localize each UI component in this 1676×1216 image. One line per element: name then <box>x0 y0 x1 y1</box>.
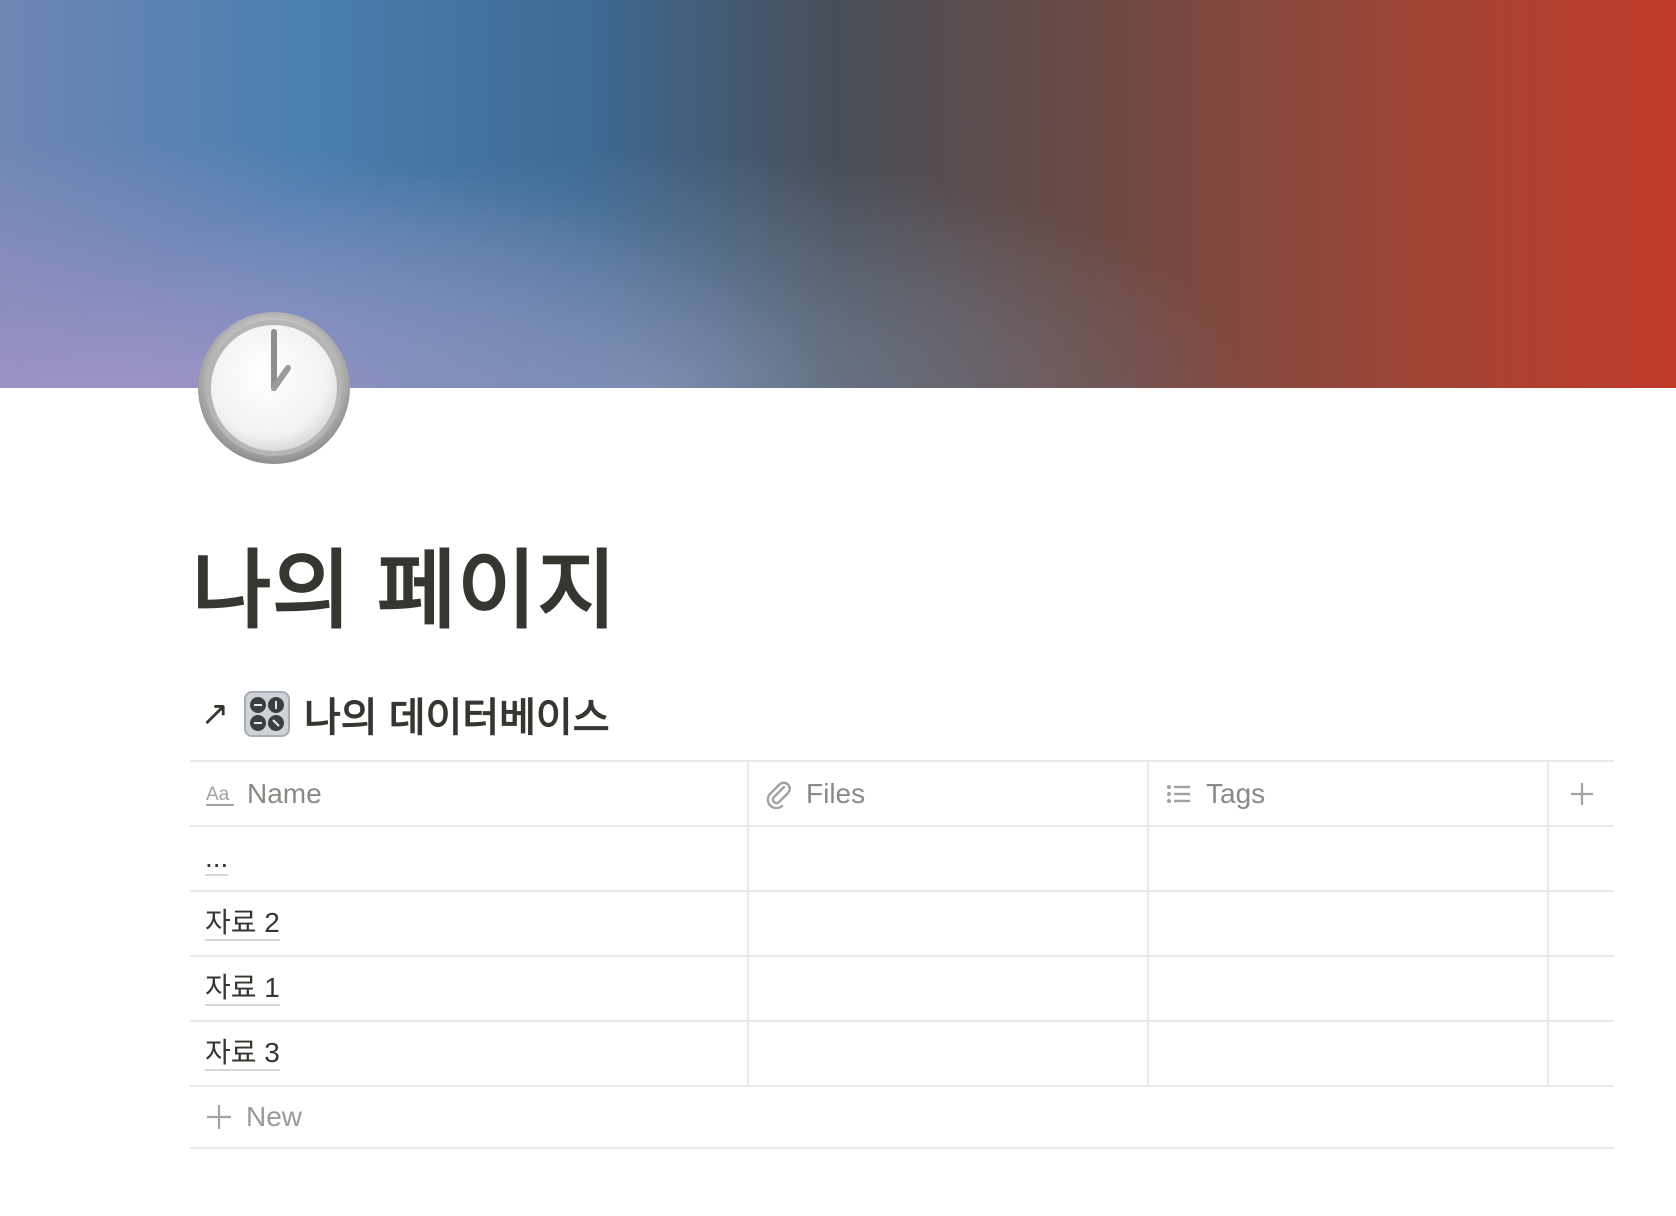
empty-cell <box>1549 892 1614 955</box>
empty-cell <box>1549 1022 1614 1085</box>
svg-text:Aa: Aa <box>206 784 230 805</box>
column-header-label: Files <box>806 777 866 809</box>
text-aa-icon: Aa <box>205 779 235 809</box>
clock-twelve-icon[interactable] <box>196 310 352 466</box>
paperclip-icon <box>764 779 794 809</box>
name-cell[interactable]: 자료 2 <box>190 892 749 955</box>
list-icon <box>1164 779 1194 809</box>
arrow-up-right-icon: ↗ <box>200 695 230 733</box>
control-knobs-icon <box>244 691 290 737</box>
name-cell[interactable]: 자료 3 <box>190 1022 749 1085</box>
empty-cell <box>1549 827 1614 890</box>
column-header-files[interactable]: Files <box>749 762 1149 825</box>
empty-cell <box>1549 957 1614 1020</box>
files-cell[interactable] <box>749 827 1149 890</box>
new-row-button[interactable]: New <box>190 1087 1614 1149</box>
row-title[interactable]: 자료 3 <box>205 1037 280 1071</box>
table-row[interactable]: 자료 2 <box>190 892 1614 957</box>
column-header-tags[interactable]: Tags <box>1149 762 1549 825</box>
page-title[interactable]: 나의 페이지 <box>192 536 618 646</box>
plus-icon <box>204 1102 234 1132</box>
row-title[interactable]: 자료 1 <box>205 972 280 1006</box>
tags-cell[interactable] <box>1149 827 1549 890</box>
name-cell[interactable]: ... <box>190 827 749 890</box>
tags-cell[interactable] <box>1149 892 1549 955</box>
row-title[interactable]: 자료 2 <box>205 907 280 941</box>
name-cell[interactable]: 자료 1 <box>190 957 749 1020</box>
column-header-name[interactable]: Aa Name <box>190 762 749 825</box>
files-cell[interactable] <box>749 957 1149 1020</box>
plus-icon <box>1570 782 1593 805</box>
add-column-button[interactable] <box>1549 762 1614 825</box>
database-title[interactable]: 나의 데이터베이스 <box>304 685 610 743</box>
column-header-label: Name <box>247 777 322 809</box>
tags-cell[interactable] <box>1149 1022 1549 1085</box>
column-header-label: Tags <box>1206 777 1266 809</box>
linked-database-header[interactable]: ↗ 나의 데이터베이스 <box>200 684 610 744</box>
table-row[interactable]: ... <box>190 827 1614 892</box>
table-header-row: Aa Name Files Tags <box>190 760 1614 827</box>
row-title[interactable]: ... <box>205 842 229 876</box>
table-row[interactable]: 자료 3 <box>190 1022 1614 1087</box>
files-cell[interactable] <box>749 1022 1149 1085</box>
files-cell[interactable] <box>749 892 1149 955</box>
database-table: Aa Name Files Tags ... 자료 2 자료 1 자료 3 Ne… <box>190 760 1614 1149</box>
new-row-label: New <box>246 1101 303 1132</box>
table-row[interactable]: 자료 1 <box>190 957 1614 1022</box>
tags-cell[interactable] <box>1149 957 1549 1020</box>
